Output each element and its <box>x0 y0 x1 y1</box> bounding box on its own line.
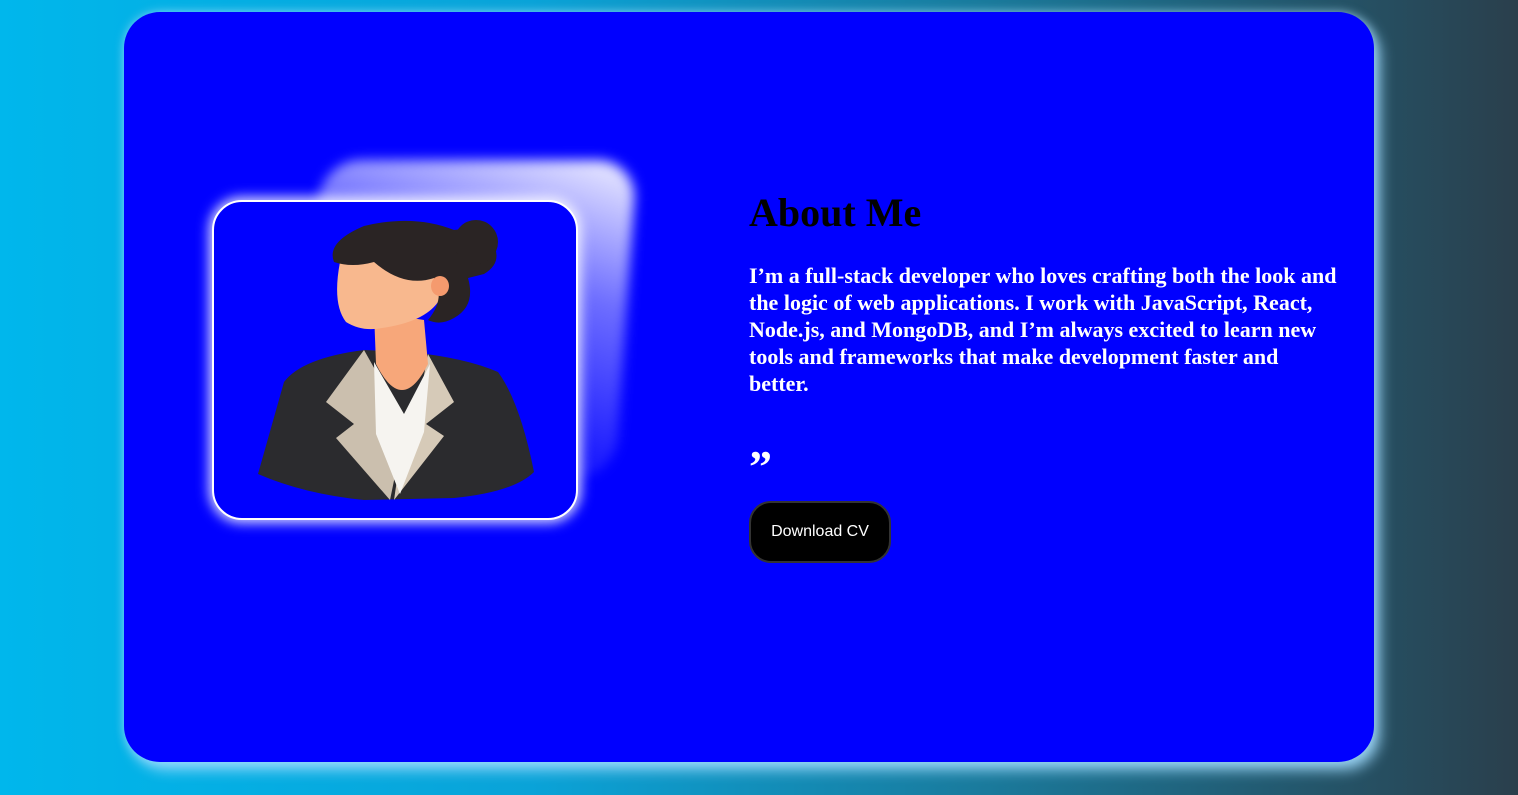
about-content: About Me I’m a full-stack developer who … <box>749 190 1349 563</box>
ear <box>431 276 449 296</box>
quote-icon: ” <box>749 441 772 492</box>
about-card: About Me I’m a full-stack developer who … <box>124 12 1374 762</box>
about-bio: I’m a full-stack developer who loves cra… <box>749 263 1337 396</box>
profile-illustration <box>258 220 534 500</box>
profile-image-frame <box>212 200 578 520</box>
about-title: About Me <box>749 190 922 235</box>
hair-bun <box>454 220 498 264</box>
download-cv-button[interactable]: Download CV <box>749 501 891 563</box>
